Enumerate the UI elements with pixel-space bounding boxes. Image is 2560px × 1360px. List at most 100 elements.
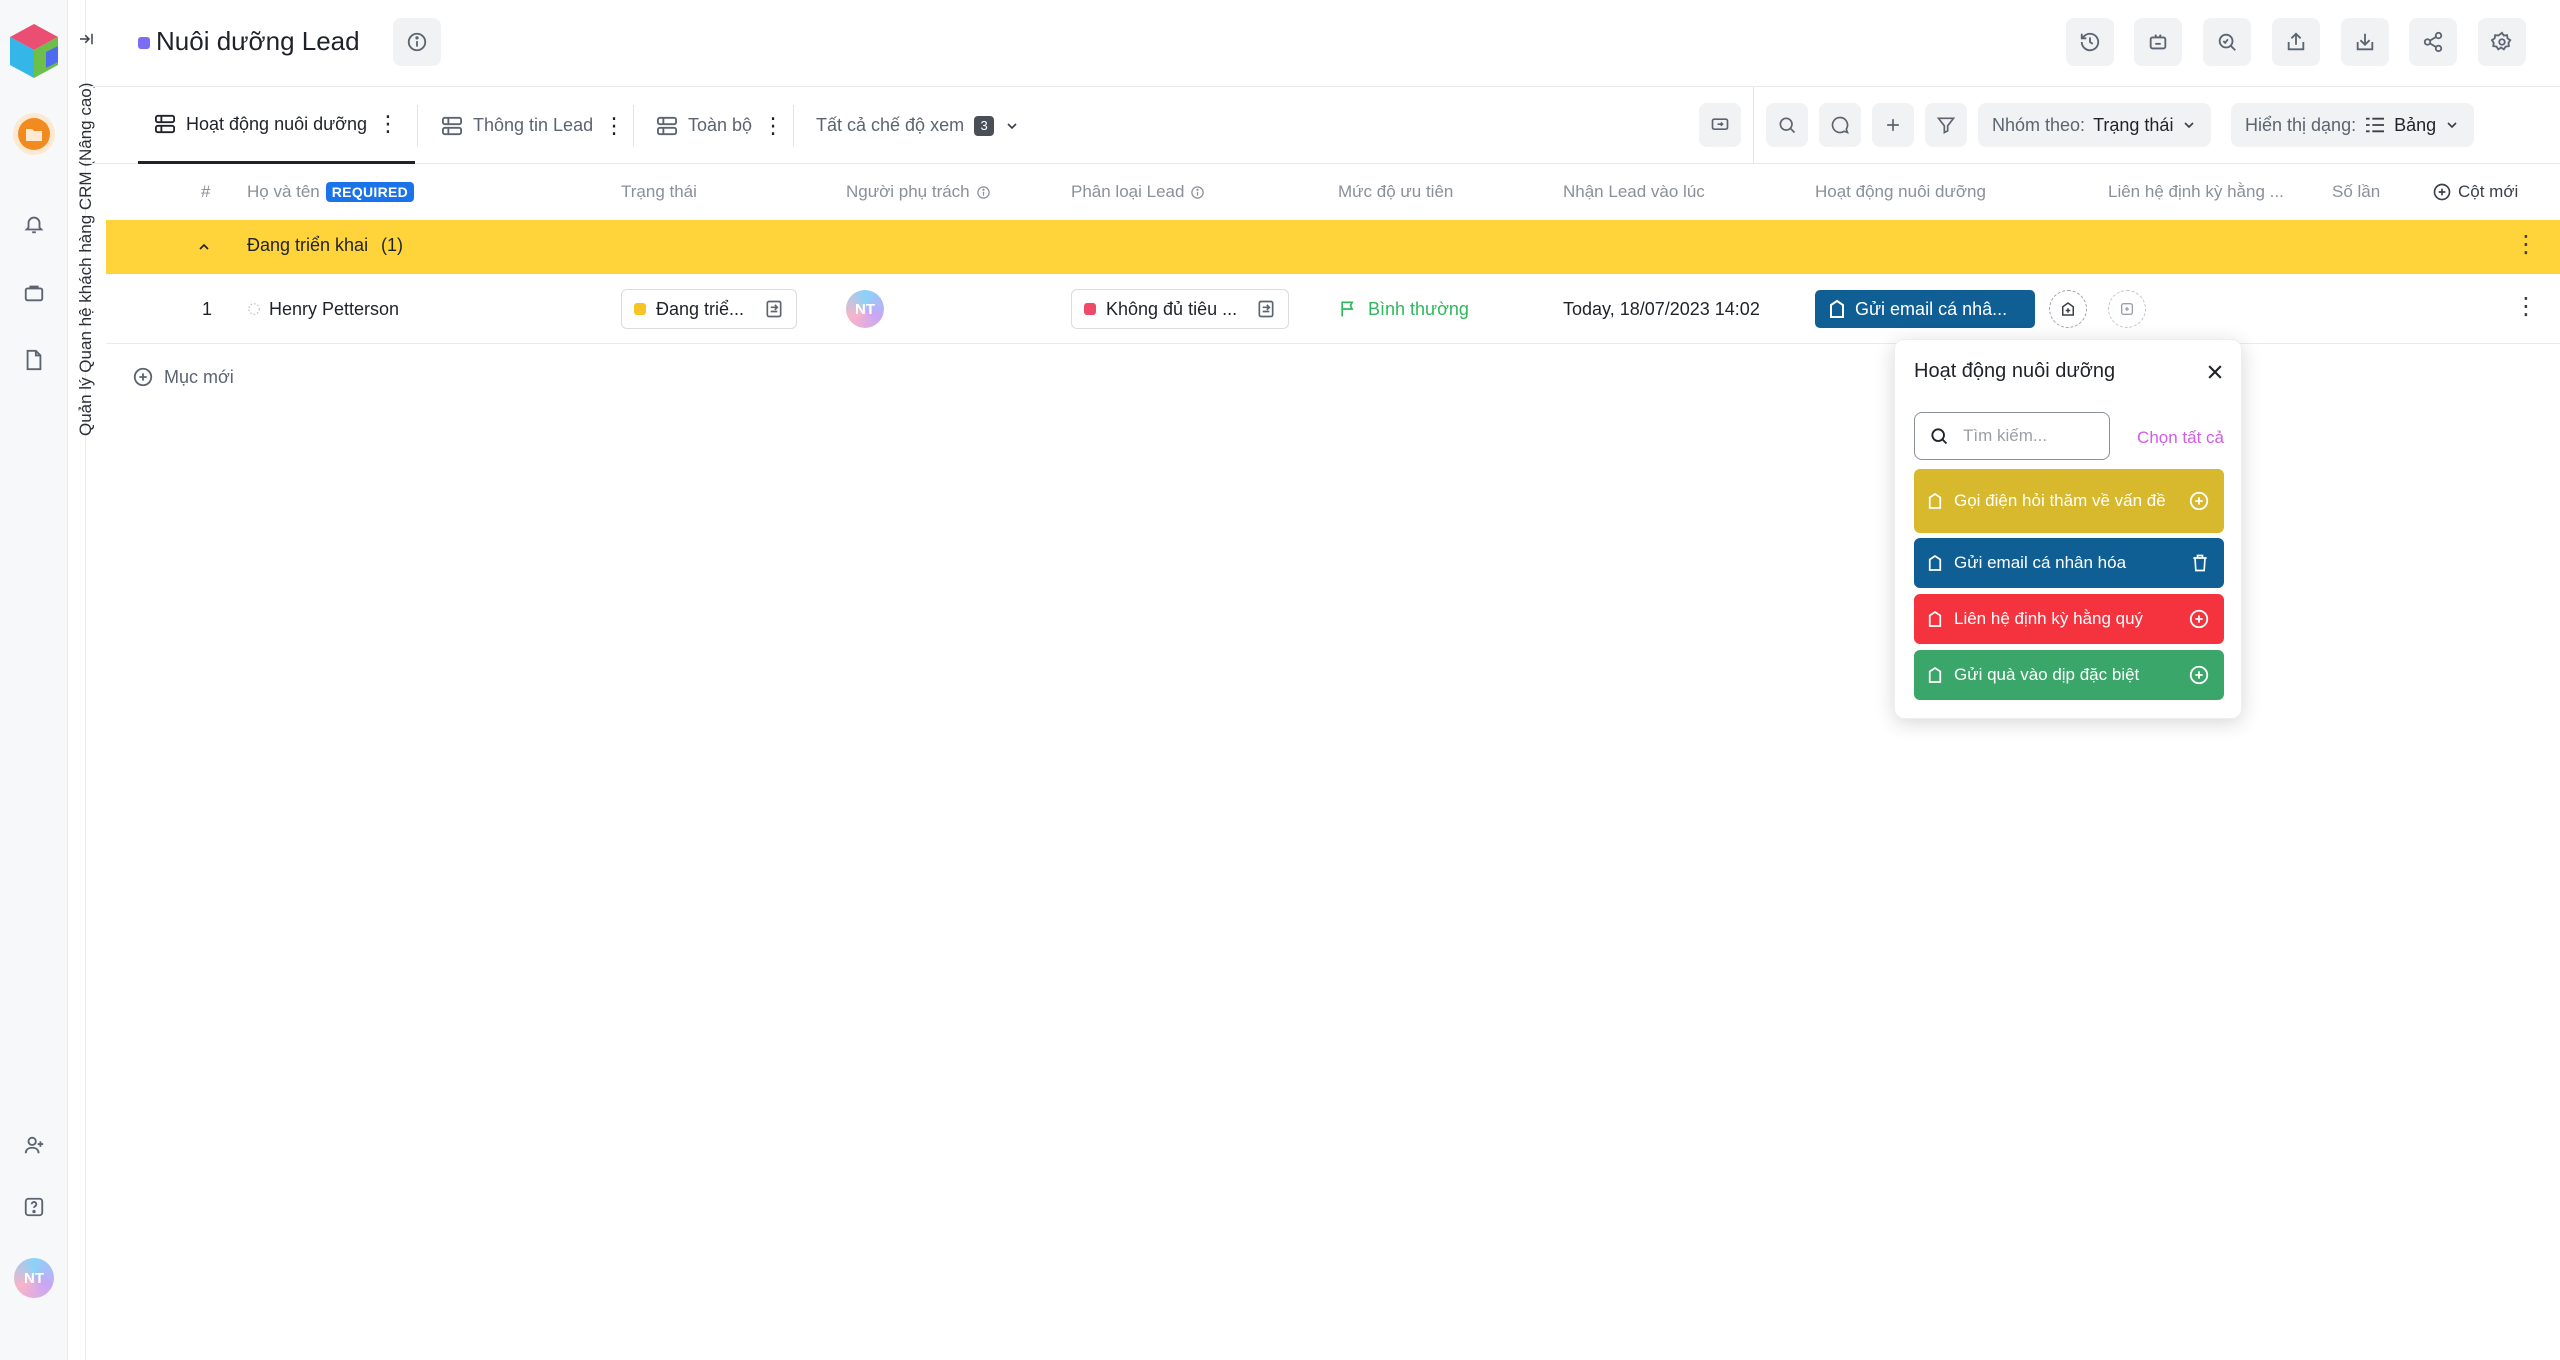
briefcase-icon[interactable]: [20, 279, 48, 307]
option-gui-qua[interactable]: Gửi quà vào dịp đặc biệt: [1914, 650, 2224, 700]
tag-icon: [1928, 666, 1942, 683]
tab-label: Toàn bộ: [688, 115, 753, 135]
popover-search[interactable]: [1914, 412, 2110, 460]
tag-icon: [1830, 299, 1844, 318]
row-name: Henry Petterson: [269, 298, 400, 319]
add-item-button[interactable]: Mục mới: [132, 366, 234, 388]
col-activity[interactable]: Hoạt động nuôi dưỡng: [1815, 164, 1986, 220]
all-views-label: Tất cả chế độ xem: [816, 115, 965, 135]
option-label: Liên hệ định kỳ hằng quý: [1954, 608, 2144, 628]
tab-thong-tin-lead[interactable]: Thông tin Lead ⋮: [425, 87, 641, 164]
add-circle-icon[interactable]: [2188, 608, 2210, 630]
col-name[interactable]: Họ và tên REQUIRED: [247, 164, 415, 220]
group-by-label: Nhóm theo:: [1992, 114, 2086, 135]
col-status[interactable]: Trạng thái: [621, 164, 697, 220]
row-lead-type-cell[interactable]: Không đủ tiêu ...: [1071, 274, 1289, 344]
add-circle-icon[interactable]: [2188, 490, 2210, 512]
settings-button[interactable]: [2478, 18, 2526, 66]
convert-view-button[interactable]: [1699, 103, 1741, 147]
table-view-icon: [442, 116, 462, 135]
option-label: Gửi quà vào dịp đặc biệt: [1954, 664, 2140, 684]
tab-menu-icon[interactable]: ⋮: [377, 113, 399, 135]
document-icon[interactable]: [20, 346, 48, 374]
add-column-button[interactable]: Cột mới: [2432, 164, 2518, 220]
tag-plus-icon: [2062, 302, 2074, 316]
info-button[interactable]: [393, 18, 441, 66]
activity-tag[interactable]: Gửi email cá nhâ...: [1815, 290, 2035, 328]
status-text: Đang triể...: [656, 298, 745, 319]
history-button[interactable]: [2066, 18, 2114, 66]
row-received-cell[interactable]: Today, 18/07/2023 14:02: [1563, 274, 1760, 344]
group-menu-icon[interactable]: ⋮: [2514, 230, 2538, 259]
plus-circle-icon: [2433, 183, 2451, 201]
group-by-dropdown[interactable]: Nhóm theo: Trạng thái: [1978, 103, 2212, 147]
group-label: Đang triển khai: [247, 235, 369, 255]
row-status-cell[interactable]: Đang triể...: [621, 274, 797, 344]
col-lead-type[interactable]: Phân loại Lead: [1071, 164, 1205, 220]
automation-bot-button[interactable]: [2134, 18, 2182, 66]
add-activity-button[interactable]: [2049, 290, 2087, 328]
checkbox-icon[interactable]: [247, 302, 261, 316]
popover-title: Hoạt động nuôi dưỡng: [1914, 360, 2116, 382]
search-button[interactable]: [1766, 103, 1808, 147]
display-as-label: Hiển thị dạng:: [2245, 114, 2357, 135]
chevron-down-icon: [1007, 122, 1017, 129]
activity-popover: Hoạt động nuôi dưỡng Chọn tất cả Gọi điệ…: [1894, 339, 2242, 719]
add-periodic-button[interactable]: [2108, 290, 2146, 328]
row-periodic-cell[interactable]: [2108, 274, 2146, 344]
workspace-avatar[interactable]: [13, 113, 55, 155]
export-button[interactable]: [2272, 18, 2320, 66]
row-index: 1: [202, 298, 213, 319]
filter-button[interactable]: [1925, 103, 1967, 147]
select-all-link[interactable]: Chọn tất cả: [2137, 428, 2224, 448]
share-button[interactable]: [2409, 18, 2457, 66]
tag-icon: [1928, 492, 1942, 509]
import-button[interactable]: [2341, 18, 2389, 66]
user-avatar[interactable]: NT: [14, 1258, 54, 1298]
option-label: Gọi điện hỏi thăm về vấn đề: [1954, 490, 2166, 510]
close-icon[interactable]: [2205, 362, 2225, 382]
table-row[interactable]: 1 Henry Petterson Đang triể... NT Không …: [106, 274, 2560, 344]
search-zoom-button[interactable]: [2203, 18, 2251, 66]
required-badge: REQUIRED: [325, 182, 415, 202]
display-as-dropdown[interactable]: Hiển thị dạng: Bảng: [2231, 103, 2475, 147]
col-periodic[interactable]: Liên hệ định kỳ hằng ...: [2108, 164, 2284, 220]
col-received[interactable]: Nhận Lead vào lúc: [1563, 164, 1705, 220]
tab-menu-icon[interactable]: ⋮: [762, 114, 784, 137]
lead-type-dot: [1084, 303, 1096, 315]
add-button[interactable]: [1872, 103, 1914, 147]
tab-menu-icon[interactable]: ⋮: [603, 114, 625, 137]
chevron-up-icon[interactable]: [196, 239, 212, 255]
trash-icon[interactable]: [2190, 553, 2210, 573]
group-header[interactable]: Đang triển khai (1) ⋮: [106, 220, 2560, 274]
all-views-dropdown[interactable]: Tất cả chế độ xem 3: [800, 87, 1036, 164]
option-goi-dien[interactable]: Gọi điện hỏi thăm về vấn đề: [1914, 469, 2224, 533]
col-owner[interactable]: Người phụ trách: [846, 164, 991, 220]
col-count[interactable]: Số lần: [2332, 164, 2380, 220]
plus-circle-icon: [133, 367, 153, 387]
app-logo-icon[interactable]: [6, 20, 62, 82]
row-menu-icon[interactable]: ⋮: [2514, 292, 2538, 321]
bell-icon[interactable]: [20, 210, 48, 238]
row-name-cell[interactable]: Henry Petterson: [247, 274, 399, 344]
help-icon[interactable]: [20, 1193, 48, 1221]
col-priority[interactable]: Mức độ ưu tiên: [1338, 164, 1453, 220]
owner-avatar[interactable]: NT: [846, 290, 884, 328]
search-input[interactable]: [1961, 425, 2091, 447]
transfer-icon[interactable]: [1256, 299, 1276, 319]
row-activity-cell[interactable]: Gửi email cá nhâ...: [1815, 274, 2087, 344]
status-chip[interactable]: Đang triể...: [621, 289, 797, 329]
tab-toan-bo[interactable]: Toàn bộ ⋮: [640, 87, 800, 164]
left-rail: NT: [0, 0, 68, 1360]
transfer-icon[interactable]: [764, 299, 784, 319]
row-owner-cell[interactable]: NT: [846, 274, 884, 344]
option-lien-he[interactable]: Liên hệ định kỳ hằng quý: [1914, 594, 2224, 644]
option-gui-email[interactable]: Gửi email cá nhân hóa: [1914, 538, 2224, 588]
row-priority-cell[interactable]: Bình thường: [1338, 274, 1469, 344]
tab-hoat-dong[interactable]: Hoạt động nuôi dưỡng ⋮: [138, 87, 415, 164]
add-circle-icon[interactable]: [2188, 664, 2210, 686]
tab-label: Thông tin Lead: [473, 115, 594, 135]
comment-button[interactable]: [1819, 103, 1861, 147]
add-user-icon[interactable]: [20, 1131, 48, 1159]
lead-type-chip[interactable]: Không đủ tiêu ...: [1071, 289, 1289, 329]
